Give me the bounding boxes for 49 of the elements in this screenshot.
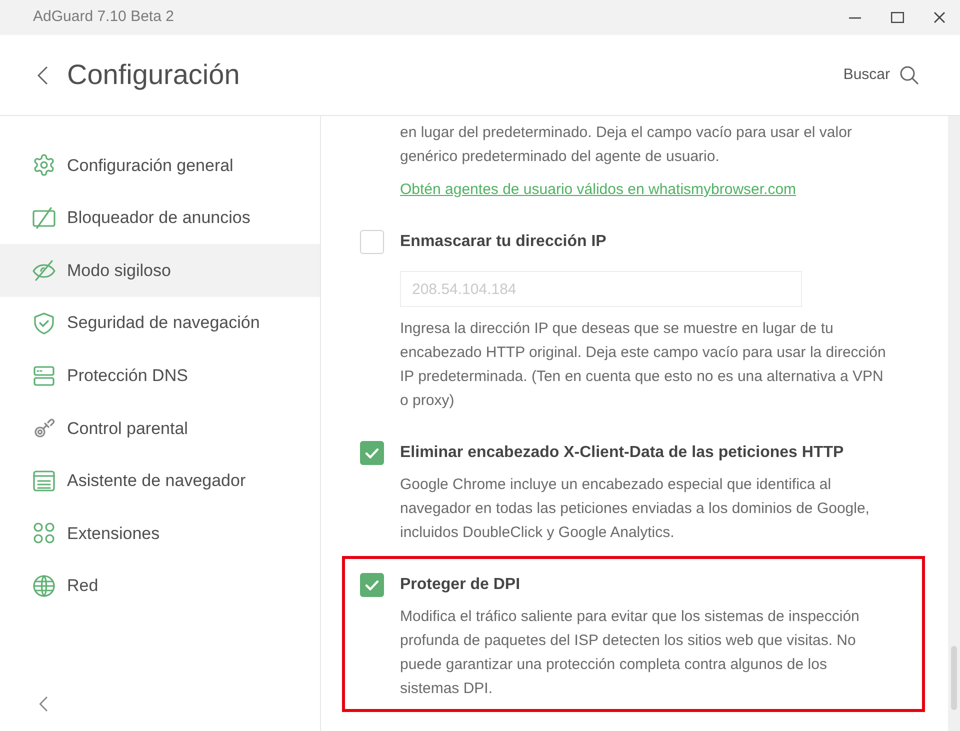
sidebar-label: Control parental: [67, 418, 188, 440]
setting-description: Google Chrome incluye un encabezado especial que identifica al navegador en todas las peticiones enviadas a los dominios de Google, incluidos DoubleClick y Google Analytics.: [400, 475, 870, 543]
search-icon: [900, 66, 919, 84]
sidebar-item[interactable]: Protección DNS: [0, 349, 320, 402]
crossed-rectangle-icon: [32, 206, 56, 230]
setting-title: Eliminar encabezado X-Client-Data de las peticiones HTTP: [400, 443, 844, 463]
window-title: AdGuard 7.10 Beta 2: [33, 7, 174, 28]
sidebar-item[interactable]: Extensiones: [0, 507, 320, 560]
shield-check-icon: [32, 311, 56, 336]
sidebar-item[interactable]: Configuración general: [0, 139, 320, 192]
sidebar-item[interactable]: Bloqueador de anuncios: [0, 192, 320, 244]
maximize-icon: [890, 12, 904, 23]
checkbox[interactable]: [360, 230, 384, 254]
sidebar-label: Extensiones: [67, 522, 160, 545]
chevron-left-icon: [36, 66, 48, 84]
sidebar-item[interactable]: Control parental: [0, 402, 320, 455]
checkbox[interactable]: [360, 573, 384, 597]
search-button[interactable]: Buscar: [843, 64, 919, 86]
sidebar-label: Seguridad de navegación: [67, 312, 260, 334]
setting-title: Enmascarar tu dirección IP: [400, 232, 606, 252]
checkmark-icon: [365, 580, 379, 590]
eye-off-icon: [32, 258, 56, 282]
minimize-icon: [849, 16, 861, 18]
setting-title: Proteger de DPI: [400, 575, 520, 595]
sidebar-label: Protección DNS: [67, 364, 188, 387]
scrollbar-thumb[interactable]: [951, 646, 957, 710]
back-button[interactable]: [35, 64, 49, 86]
chevron-left-icon: [38, 696, 48, 712]
checkbox[interactable]: [360, 441, 384, 465]
sidebar-label: Red: [67, 575, 98, 598]
apps-icon: [32, 521, 56, 546]
browser-window-icon: [32, 468, 56, 493]
sidebar-item[interactable]: Modo sigiloso: [0, 244, 320, 297]
globe-icon: [32, 574, 56, 598]
settings-icon: [32, 153, 56, 178]
sidebar-item[interactable]: Seguridad de navegación: [0, 296, 320, 350]
server-icon: [32, 364, 56, 388]
setting-description: en lugar del predeterminado. Deja el campo vacío para usar el valor genérico predeterminado del agente de usuario.: [400, 123, 853, 167]
sidebar-item[interactable]: Red: [0, 560, 320, 612]
sidebar-label: Asistente de navegador: [67, 470, 246, 492]
sidebar-label: Bloqueador de anuncios: [67, 207, 250, 230]
sidebar-label: Configuración general: [67, 154, 234, 177]
sidebar-label: Modo sigiloso: [67, 260, 171, 282]
setting-description: Ingresa la dirección IP que deseas que se muestre en lugar de tu encabezado HTTP original. Deja este campo vacío para usar la dirección IP predeterminada. (Ten en cuenta que esto no es una alternativa a VPN o proxy): [400, 319, 887, 411]
setting-description: Modifica el tráfico saliente para evitar que los sistemas de inspección profunda de paquetes del ISP detecten los sitios web que visitas. No puede garantizar una protección completa contra algunos de los sistemas DPI.: [400, 607, 860, 699]
checkmark-icon: [365, 448, 379, 458]
page-title: Configuración: [67, 61, 240, 89]
close-icon: [934, 12, 944, 23]
sidebar-item[interactable]: Asistente de navegador: [0, 454, 320, 508]
